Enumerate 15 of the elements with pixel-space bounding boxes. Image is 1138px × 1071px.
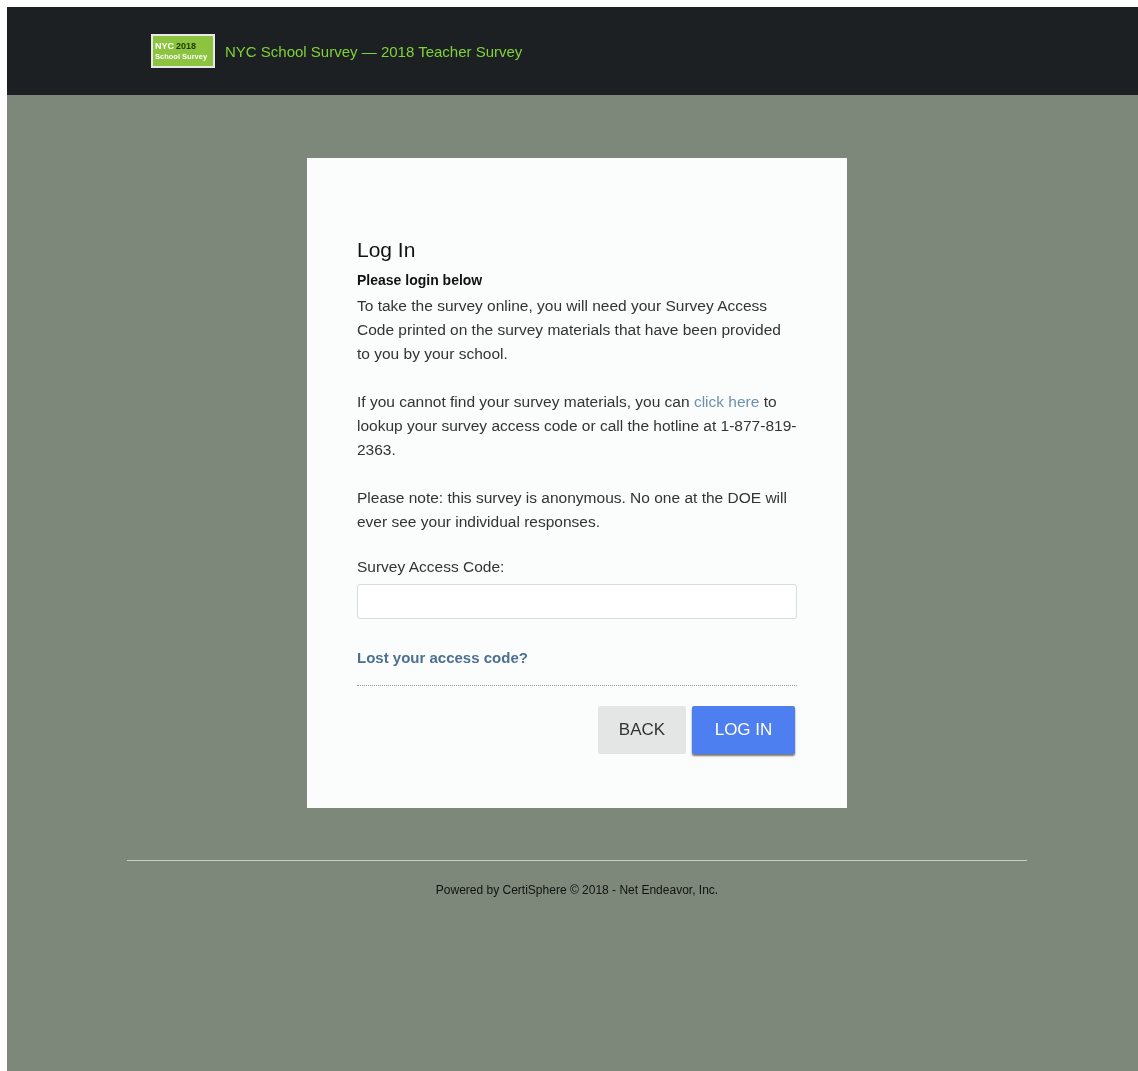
paragraph-text: Please note: this survey is anonymous. No one at the DOE will ever see your individual responses. xyxy=(357,488,788,532)
paragraph-text: To take the survey online, you will need your Survey Access Code printed on the survey materials that have been provided to you by your school. xyxy=(357,296,782,364)
back-button[interactable]: BACK xyxy=(598,706,686,754)
lost-code-link[interactable]: Lost your access code? xyxy=(357,649,528,666)
site-title: NYC School Survey — 2018 Teacher Survey xyxy=(225,42,523,60)
lookup-link[interactable]: click here xyxy=(693,393,760,410)
logo-text: NYC xyxy=(155,40,174,52)
field-label: Survey Access Code: xyxy=(357,558,506,576)
logo-text: 2018 xyxy=(176,40,197,52)
login-subheading: Please login below xyxy=(357,272,484,288)
paragraph-text: If you cannot find your survey materials, you can click here to lookup your survey access code or call the hotline at 1-877-819-2363. xyxy=(357,392,797,460)
login-heading: Log In xyxy=(357,238,417,262)
login-button[interactable]: LOG IN xyxy=(692,706,795,754)
access-code-field[interactable] xyxy=(357,584,797,619)
footer-text: Powered by CertiSphere © 2018 - Net Endeavor, Inc. xyxy=(435,883,719,897)
